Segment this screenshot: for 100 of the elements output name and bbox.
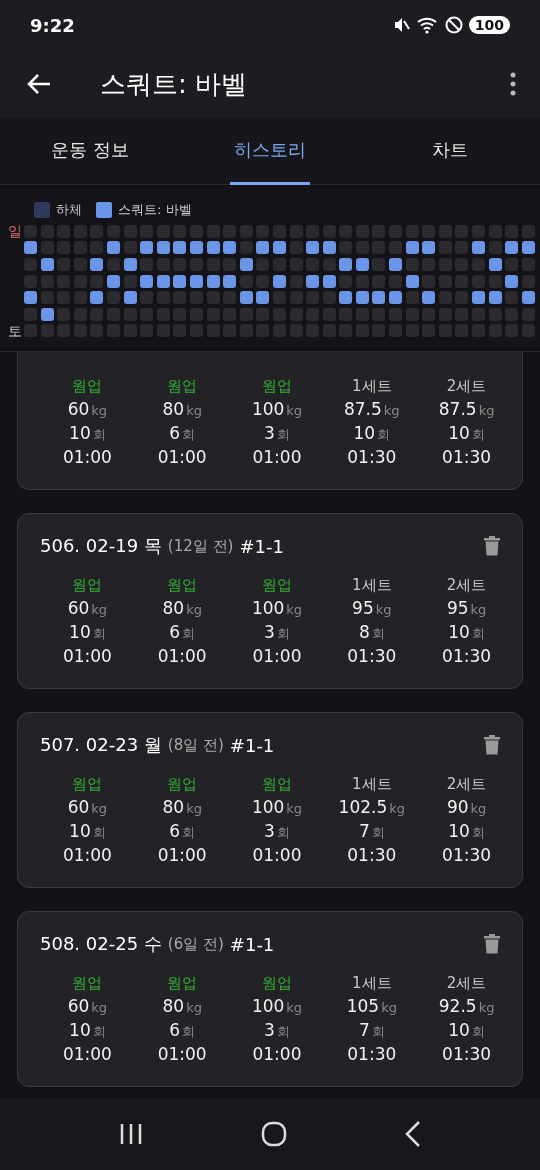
- set-rest-time: 01:30: [442, 844, 492, 867]
- set-weight: 100 kg: [251, 796, 303, 819]
- set-rest-time: 01:00: [252, 446, 302, 469]
- mute-icon: [392, 16, 411, 34]
- status-time: 9:22: [30, 14, 75, 36]
- back-icon[interactable]: [26, 73, 52, 95]
- legend-label: 스쿼트: 바벨: [118, 201, 192, 219]
- set-label: 2세트: [446, 376, 487, 397]
- set-weight: 60 kg: [67, 796, 108, 819]
- set-weight: 80 kg: [162, 995, 202, 1018]
- set-label: 웜업: [262, 575, 292, 596]
- set-label: 웜업: [72, 973, 103, 994]
- set-rest-time: 01:30: [442, 446, 492, 469]
- set-reps: 3 회: [264, 621, 290, 644]
- set-reps: 10 회: [448, 820, 485, 843]
- set-label: 2세트: [446, 774, 487, 795]
- set-rest-time: 01:30: [347, 844, 397, 867]
- set-reps: 10 회: [69, 621, 106, 644]
- set-rest-time: 01:00: [252, 1043, 302, 1066]
- set-reps: 7 회: [358, 1019, 385, 1042]
- set-weight: 60 kg: [67, 995, 108, 1018]
- days-ago: (8일 전): [167, 735, 224, 755]
- set-label: 1세트: [352, 774, 392, 795]
- set-reps: 6 회: [169, 422, 196, 445]
- set-reps: 10 회: [69, 1019, 106, 1042]
- tab[interactable]: 운동 정보: [47, 117, 133, 185]
- set-label: 2세트: [446, 973, 487, 994]
- set-rest-time: 01:00: [157, 1043, 207, 1066]
- session-title: 506. 02-19 목: [40, 534, 162, 558]
- set-weight: 60 kg: [67, 398, 108, 421]
- days-ago: (6일 전): [167, 934, 224, 954]
- more-icon[interactable]: [510, 72, 516, 96]
- delete-icon[interactable]: [484, 735, 500, 755]
- set-label: 1세트: [352, 376, 392, 397]
- set-reps: 10 회: [448, 621, 485, 644]
- set-reps: 10 회: [353, 422, 391, 445]
- set-rest-time: 01:00: [252, 645, 302, 668]
- screen-title: 스쿼트: 바벨: [100, 67, 249, 101]
- set-weight: 87.5 kg: [438, 398, 495, 421]
- set-weight: 105 kg: [346, 995, 397, 1018]
- session-code: #1-1: [239, 535, 284, 557]
- session-code: #1-1: [229, 734, 275, 756]
- delete-icon[interactable]: [484, 536, 500, 556]
- set-rest-time: 01:00: [62, 446, 112, 469]
- set-label: 웜업: [262, 973, 292, 994]
- set-reps: 8 회: [358, 621, 385, 644]
- set-weight: 87.5 kg: [343, 398, 400, 421]
- set-weight: 80 kg: [162, 398, 202, 421]
- set-label: 웜업: [72, 575, 103, 596]
- set-rest-time: 01:00: [157, 645, 207, 668]
- set-rest-time: 01:00: [62, 844, 112, 867]
- set-rest-time: 01:30: [347, 1043, 397, 1066]
- set-label: 웜업: [167, 376, 198, 397]
- set-weight: 100 kg: [251, 597, 303, 620]
- set-rest-time: 01:30: [442, 645, 492, 668]
- set-rest-time: 01:00: [157, 844, 207, 867]
- set-label: 웜업: [72, 376, 103, 397]
- set-rest-time: 01:00: [62, 645, 112, 668]
- set-label: 1세트: [352, 973, 392, 994]
- set-label: 2세트: [446, 575, 487, 596]
- set-rest-time: 01:30: [442, 1043, 492, 1066]
- session-title: 507. 02-23 월: [40, 733, 162, 757]
- chevron-left-icon: [405, 1121, 421, 1147]
- set-weight: 95 kg: [352, 597, 392, 620]
- set-rest-time: 01:30: [347, 645, 397, 668]
- set-weight: 80 kg: [162, 796, 202, 819]
- weekday-label: 일: [8, 223, 23, 240]
- set-rest-time: 01:00: [62, 1043, 112, 1066]
- home-icon: [261, 1121, 287, 1147]
- days-ago: (12일 전): [167, 536, 234, 556]
- set-rest-time: 01:30: [347, 446, 397, 469]
- set-weight: 100 kg: [251, 995, 303, 1018]
- set-reps: 7 회: [358, 820, 385, 843]
- set-weight: 90 kg: [446, 796, 487, 819]
- session-code: #1-1: [229, 933, 275, 955]
- set-reps: 3 회: [264, 1019, 290, 1042]
- set-weight: 95 kg: [446, 597, 487, 620]
- do-not-disturb-icon: [444, 16, 463, 34]
- tab[interactable]: 차트: [428, 117, 472, 185]
- set-reps: 10 회: [448, 1019, 485, 1042]
- set-label: 웜업: [167, 575, 198, 596]
- set-label: 1세트: [352, 575, 392, 596]
- set-weight: 92.5 kg: [438, 995, 495, 1018]
- legend-label: 하체: [56, 201, 82, 219]
- set-reps: 10 회: [69, 422, 106, 445]
- set-rest-time: 01:00: [157, 446, 207, 469]
- set-weight: 60 kg: [67, 597, 108, 620]
- set-label: 웜업: [167, 774, 198, 795]
- set-weight: 102.5 kg: [338, 796, 405, 819]
- weekday-label: 토: [8, 322, 23, 339]
- delete-icon[interactable]: [484, 934, 500, 954]
- three-lines-icon: [119, 1123, 143, 1145]
- set-reps: 3 회: [264, 422, 290, 445]
- set-reps: 10 회: [69, 820, 106, 843]
- set-label: 웜업: [167, 973, 198, 994]
- wifi-icon: [416, 16, 439, 34]
- set-label: 웜업: [72, 774, 103, 795]
- set-reps: 6 회: [169, 820, 196, 843]
- battery-level: 100: [468, 16, 510, 34]
- set-weight: 80 kg: [162, 597, 202, 620]
